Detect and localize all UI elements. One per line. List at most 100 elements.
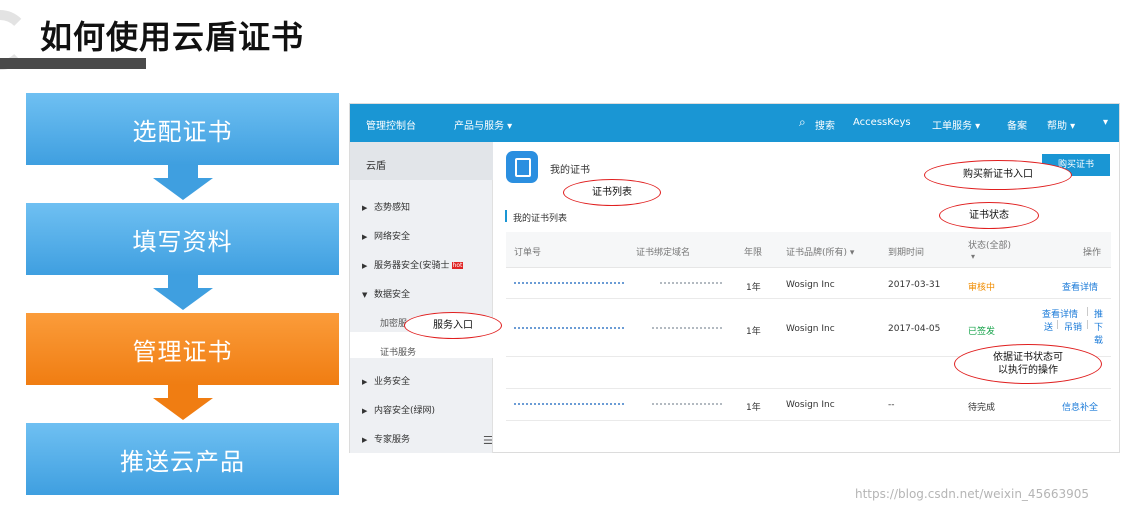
step-arrow-stem bbox=[168, 165, 198, 179]
view-details-link[interactable]: 查看详情 bbox=[1062, 280, 1098, 293]
callout-operations-line1: 依据证书状态可 bbox=[993, 351, 1063, 363]
nav-more[interactable]: ▾ bbox=[1103, 117, 1108, 128]
sidebar-item-label: 态势感知 bbox=[374, 203, 411, 213]
callout-cert-status: 证书状态 bbox=[939, 202, 1039, 229]
cell-brand: Wosign Inc bbox=[786, 280, 835, 290]
sidebar-sub-cert[interactable]: 证书服务 bbox=[380, 345, 416, 358]
divider: | bbox=[1086, 320, 1090, 330]
watermark: https://blog.csdn.net/weixin_45663905 bbox=[855, 487, 1090, 501]
divider: | bbox=[1086, 307, 1090, 317]
table-header: 订单号 证书绑定域名 年限 证书品牌(所有) ▾ 到期时间 状态(全部) ▾ 操… bbox=[506, 232, 1111, 268]
sidebar-item-label: 服务器安全(安骑士 bbox=[374, 261, 450, 271]
sidebar-item-data[interactable]: ▼ 数据安全 bbox=[362, 287, 410, 300]
cell-brand: Wosign Inc bbox=[786, 324, 835, 334]
view-details-link[interactable]: 查看详情 bbox=[1042, 307, 1078, 320]
section-marker bbox=[505, 210, 507, 222]
cell-years: 1年 bbox=[746, 403, 761, 413]
cell-brand: Wosign Inc bbox=[786, 400, 835, 410]
sidebar-item-situation[interactable]: ▶ 态势感知 bbox=[362, 200, 410, 213]
caret-right-icon: ▶ bbox=[362, 436, 368, 444]
column-status-filter[interactable]: 状态(全部) bbox=[968, 238, 1011, 251]
sidebar-item-label: 数据安全 bbox=[374, 290, 411, 300]
slide-title: 如何使用云盾证书 bbox=[40, 18, 305, 56]
cell-expiry: -- bbox=[888, 400, 895, 410]
console-window: 管理控制台 产品与服务 ▾ ⌕ 搜索 AccessKeys 工单服务 ▾ 备案 … bbox=[349, 103, 1120, 453]
top-nav-bar: 管理控制台 产品与服务 ▾ ⌕ 搜索 AccessKeys 工单服务 ▾ 备案 … bbox=[350, 104, 1119, 142]
page-title: 我的证书 bbox=[550, 165, 590, 176]
step-fill-info: 填写资料 bbox=[26, 203, 339, 275]
sidebar-item-business[interactable]: ▶ 业务安全 bbox=[362, 374, 410, 387]
hot-badge: hot bbox=[451, 262, 464, 269]
step-arrow-stem bbox=[168, 275, 198, 289]
push-link[interactable]: 推 bbox=[1094, 307, 1103, 320]
cell-years: 1年 bbox=[746, 283, 761, 293]
sidebar-item-network[interactable]: ▶ 网络安全 bbox=[362, 229, 410, 242]
title-underline-bar bbox=[0, 58, 146, 69]
caret-right-icon: ▶ bbox=[362, 378, 368, 386]
nav-tickets[interactable]: 工单服务 ▾ bbox=[932, 117, 980, 132]
caret-right-icon: ▶ bbox=[362, 233, 368, 241]
sidebar-item-expert[interactable]: ▶ 专家服务 bbox=[362, 432, 410, 445]
table-row: 1年 Wosign Inc -- 待完成 信息补全 bbox=[506, 389, 1111, 421]
nav-accesskeys[interactable]: AccessKeys bbox=[853, 117, 911, 128]
table-row: 1年 Wosign Inc 2017-03-31 审核中 查看详情 bbox=[506, 269, 1111, 299]
caret-right-icon: ▶ bbox=[362, 262, 368, 270]
callout-buy-entry: 购买新证书入口 bbox=[924, 160, 1072, 190]
column-domain: 证书绑定域名 bbox=[636, 248, 691, 258]
nav-help[interactable]: 帮助 ▾ bbox=[1047, 117, 1075, 132]
slide: 如何使用云盾证书 选配证书 填写资料 管理证书 推送云产品 管理控制台 产品与服… bbox=[0, 0, 1134, 514]
search-icon[interactable]: ⌕ bbox=[799, 115, 806, 130]
callout-operations: 依据证书状态可 以执行的操作 bbox=[954, 344, 1102, 384]
caret-down-icon: ▼ bbox=[362, 291, 368, 299]
callout-operations-line2: 以执行的操作 bbox=[998, 365, 1058, 376]
column-expiry: 到期时间 bbox=[888, 248, 925, 258]
callout-service-entry: 服务入口 bbox=[404, 312, 502, 339]
down-arrow-icon bbox=[153, 398, 213, 420]
redacted-order-no bbox=[514, 403, 624, 407]
nav-search[interactable]: 搜索 bbox=[815, 117, 835, 132]
down-arrow-icon bbox=[153, 178, 213, 200]
column-brand-filter[interactable]: 证书品牌(所有) ▾ bbox=[786, 245, 854, 258]
divider: | bbox=[1056, 320, 1060, 330]
push-link[interactable]: 送 bbox=[1044, 320, 1053, 333]
certificate-icon bbox=[506, 151, 538, 183]
sidebar-sub-encrypt[interactable]: 加密服 bbox=[380, 316, 407, 329]
cell-years: 1年 bbox=[746, 327, 761, 337]
column-actions: 操作 bbox=[1083, 248, 1102, 258]
revoke-link[interactable]: 吊销 bbox=[1064, 320, 1082, 333]
caret-right-icon: ▶ bbox=[362, 407, 368, 415]
redacted-order-no bbox=[514, 282, 624, 286]
sidebar-item-label: 业务安全 bbox=[374, 377, 411, 387]
sidebar: 云盾 ▶ 态势感知 ▶ 网络安全 ▶ 服务器安全(安骑士 hot ▼ 数据安全 加密服 证… bbox=[350, 142, 493, 453]
download-link[interactable]: 下 bbox=[1094, 320, 1103, 333]
caret-right-icon: ▶ bbox=[362, 204, 368, 212]
step-push-cloud: 推送云产品 bbox=[26, 423, 339, 495]
sidebar-item-label: 网络安全 bbox=[374, 232, 411, 242]
status-badge: 已签发 bbox=[968, 327, 996, 337]
callout-cert-list: 证书列表 bbox=[563, 179, 661, 206]
sidebar-header: 云盾 bbox=[350, 142, 493, 180]
collapse-sidebar-icon[interactable]: ☰ bbox=[483, 434, 493, 447]
cell-expiry: 2017-03-31 bbox=[888, 280, 941, 290]
caret-down-icon[interactable]: ▾ bbox=[971, 252, 975, 261]
sidebar-item-content[interactable]: ▶ 内容安全(绿网) bbox=[362, 403, 435, 416]
redacted-domain bbox=[660, 282, 722, 286]
download-link[interactable]: 载 bbox=[1094, 333, 1103, 346]
sidebar-item-label: 内容安全(绿网) bbox=[374, 406, 436, 416]
sidebar-item-server[interactable]: ▶ 服务器安全(安骑士 hot bbox=[362, 258, 464, 271]
complete-info-link[interactable]: 信息补全 bbox=[1062, 400, 1098, 413]
step-select-cert: 选配证书 bbox=[26, 93, 339, 165]
cell-expiry: 2017-04-05 bbox=[888, 324, 941, 334]
redacted-order-no bbox=[514, 327, 624, 331]
column-years: 年限 bbox=[744, 248, 763, 258]
nav-filing[interactable]: 备案 bbox=[1007, 117, 1027, 132]
redacted-domain bbox=[652, 327, 722, 331]
section-title: 我的证书列表 bbox=[513, 214, 568, 224]
status-badge: 审核中 bbox=[968, 283, 996, 293]
step-arrow-stem bbox=[168, 385, 198, 399]
nav-products[interactable]: 产品与服务 ▾ bbox=[454, 117, 512, 132]
sidebar-item-label: 专家服务 bbox=[374, 435, 411, 445]
redacted-domain bbox=[652, 403, 722, 407]
column-order-no: 订单号 bbox=[514, 248, 542, 258]
nav-console[interactable]: 管理控制台 bbox=[366, 117, 416, 132]
